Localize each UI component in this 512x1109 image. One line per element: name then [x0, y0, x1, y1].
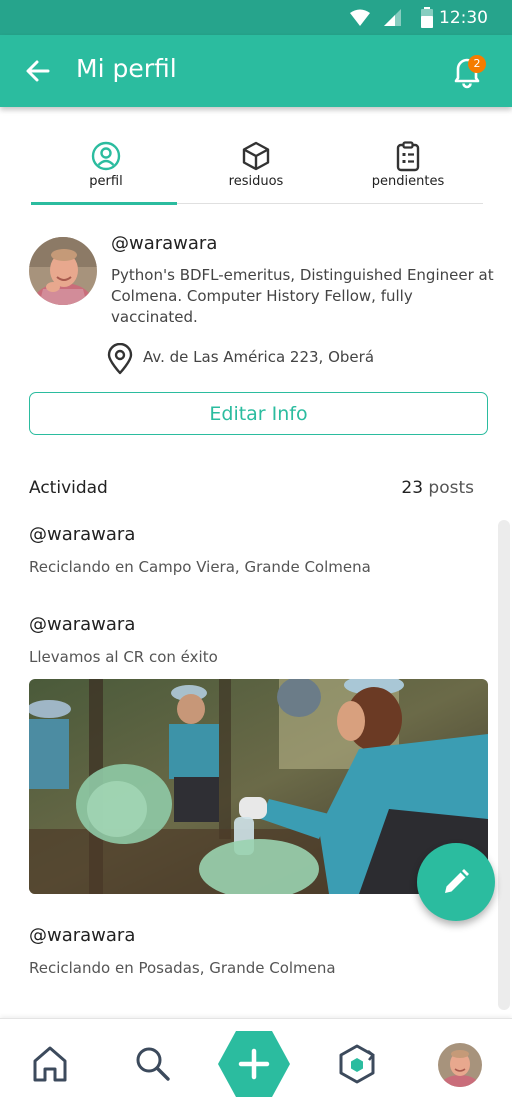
user-circle-icon — [91, 141, 121, 171]
clipboard-list-icon — [396, 141, 420, 172]
tab-label: pendientes — [371, 174, 445, 189]
profile-username: @warawara — [111, 233, 218, 254]
back-arrow-icon[interactable] — [24, 57, 52, 85]
home-icon[interactable] — [31, 1044, 69, 1084]
recycle-icon[interactable] — [336, 1043, 378, 1085]
tab-label: perfil — [89, 174, 123, 189]
active-tab-indicator — [31, 202, 177, 205]
signal-icon — [384, 9, 401, 26]
app-bar: Mi perfil 2 — [0, 35, 512, 107]
tab-label: residuos — [228, 174, 284, 189]
post-author[interactable]: @warawara — [29, 925, 135, 946]
activity-heading: Actividad — [29, 478, 108, 498]
search-icon[interactable] — [133, 1044, 173, 1084]
post-author[interactable]: @warawara — [29, 614, 135, 635]
scrollbar[interactable] — [498, 520, 510, 1010]
profile-avatar-nav[interactable] — [438, 1043, 482, 1087]
post-count: 23 posts — [401, 478, 474, 498]
box-icon — [242, 141, 270, 171]
status-bar: 12:30 — [0, 0, 512, 35]
profile-avatar[interactable] — [29, 237, 97, 305]
page-title: Mi perfil — [76, 54, 177, 83]
tab-pendientes[interactable]: pendientes — [333, 130, 483, 204]
notification-badge: 2 — [468, 55, 486, 73]
add-icon[interactable] — [216, 1029, 292, 1099]
wifi-icon — [350, 9, 370, 26]
status-time: 12:30 — [439, 8, 488, 28]
post-count-number: 23 — [401, 478, 424, 498]
post-text: Llevamos al CR con éxito — [29, 648, 218, 666]
post-author[interactable]: @warawara — [29, 524, 135, 545]
profile-tabs: perfil residuos pendientes — [31, 130, 483, 205]
tab-perfil[interactable]: perfil — [31, 130, 181, 205]
post-photo[interactable] — [29, 679, 488, 894]
location-pin-icon — [107, 343, 133, 375]
pencil-icon — [445, 869, 469, 893]
edit-post-fab[interactable] — [417, 843, 495, 921]
post-count-unit: posts — [428, 478, 474, 498]
post-text: Reciclando en Campo Viera, Grande Colmen… — [29, 558, 371, 576]
profile-location: Av. de Las América 223, Oberá — [143, 348, 375, 366]
edit-info-button[interactable]: Editar Info — [29, 392, 488, 435]
battery-icon — [421, 7, 433, 28]
profile-bio: Python's BDFL-emeritus, Distinguished En… — [111, 266, 494, 326]
tab-residuos[interactable]: residuos — [181, 130, 331, 204]
post-text: Reciclando en Posadas, Grande Colmena — [29, 959, 336, 977]
bottom-navigation — [0, 1018, 512, 1109]
